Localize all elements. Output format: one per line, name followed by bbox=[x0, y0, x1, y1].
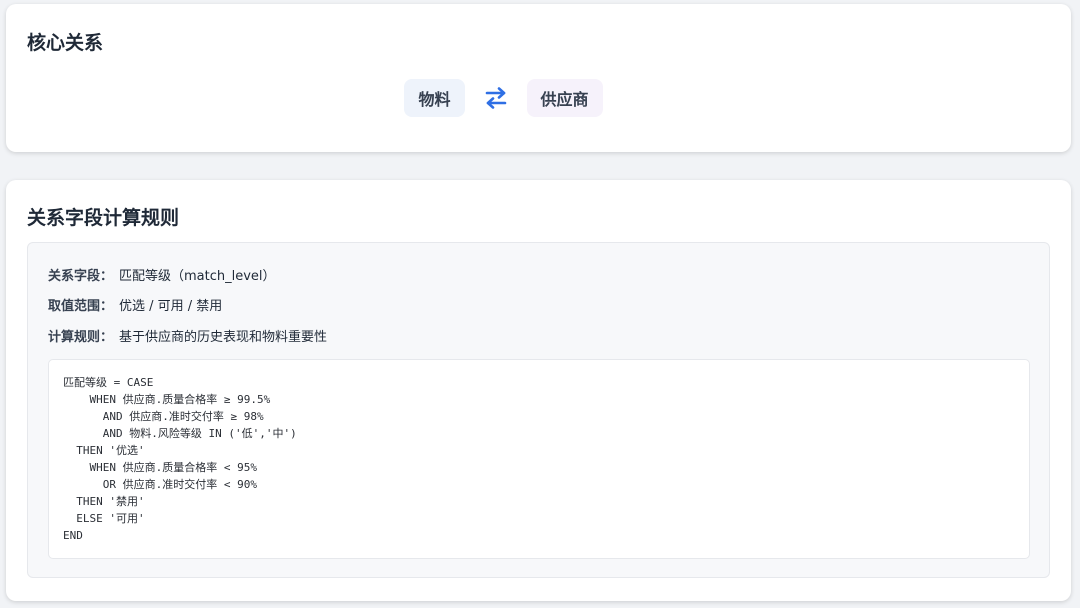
entity-material[interactable]: 物料 bbox=[404, 79, 465, 117]
page: 核心关系 物料 供应商 关系字段计算规则 关系字段： 匹配等级（match_lev… bbox=[0, 0, 1080, 608]
code-line: THEN '优选' bbox=[63, 444, 145, 457]
code-line: END bbox=[63, 529, 83, 542]
relation-diagram: 物料 供应商 bbox=[6, 79, 1071, 117]
rule-value: 基于供应商的历史表现和物料重要性 bbox=[119, 330, 328, 345]
code-line: AND 物料.风险等级 IN ('低','中') bbox=[63, 427, 297, 440]
code-line: WHEN 供应商.质量合格率 < 95% bbox=[63, 461, 257, 474]
entity-supplier[interactable]: 供应商 bbox=[526, 79, 603, 117]
field-value: 匹配等级（match_level） bbox=[119, 269, 276, 284]
rules-card: 关系字段计算规则 关系字段： 匹配等级（match_level） 取值范围： 优选 … bbox=[6, 180, 1071, 601]
code-block: 匹配等级 = CASE WHEN 供应商.质量合格率 ≥ 99.5% AND 供… bbox=[48, 359, 1030, 559]
field-row: 关系字段： 匹配等级（match_level） bbox=[48, 265, 276, 284]
rule-box: 关系字段： 匹配等级（match_level） 取值范围： 优选 / 可用 / 禁用… bbox=[27, 242, 1050, 578]
code-line: THEN '禁用' bbox=[63, 495, 145, 508]
core-relation-card: 核心关系 物料 供应商 bbox=[6, 4, 1071, 152]
rule-label: 计算规则： bbox=[48, 330, 114, 345]
rule-row: 计算规则： 基于供应商的历史表现和物料重要性 bbox=[48, 326, 327, 345]
core-relation-title: 核心关系 bbox=[27, 32, 104, 54]
range-value: 优选 / 可用 / 禁用 bbox=[119, 299, 223, 314]
swap-arrows-icon bbox=[465, 79, 527, 117]
range-label: 取值范围： bbox=[48, 299, 114, 314]
code-line: ELSE '可用' bbox=[63, 512, 145, 525]
code-line: OR 供应商.准时交付率 < 90% bbox=[63, 478, 257, 491]
range-row: 取值范围： 优选 / 可用 / 禁用 bbox=[48, 295, 222, 314]
rules-title: 关系字段计算规则 bbox=[27, 207, 180, 229]
code-line: WHEN 供应商.质量合格率 ≥ 99.5% bbox=[63, 393, 271, 406]
field-label: 关系字段： bbox=[48, 269, 114, 284]
code-line: 匹配等级 = CASE bbox=[63, 376, 154, 389]
code-line: AND 供应商.准时交付率 ≥ 98% bbox=[63, 410, 264, 423]
